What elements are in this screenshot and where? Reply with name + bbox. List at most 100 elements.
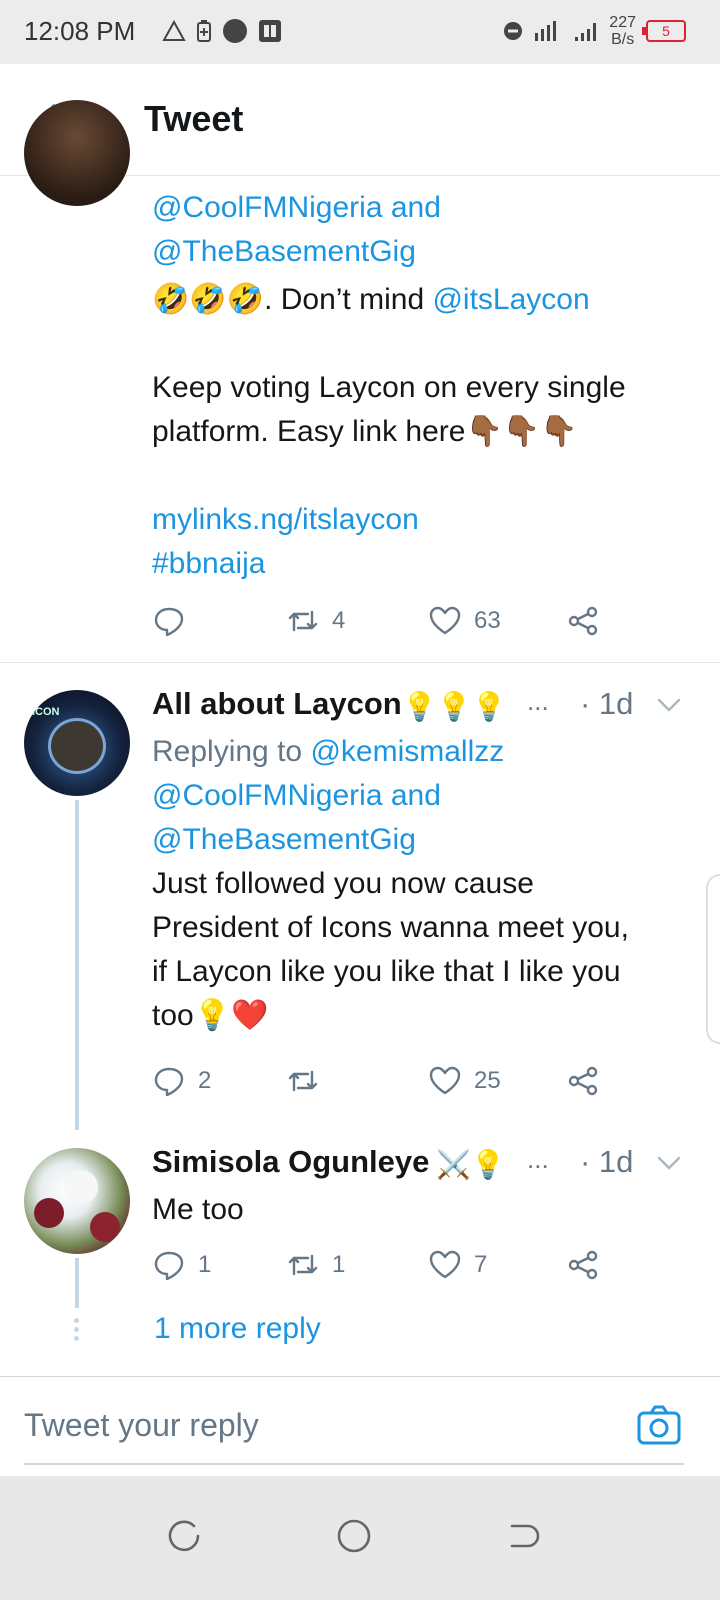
- retweet-count: 1: [332, 1251, 346, 1278]
- retweet-button[interactable]: [286, 1064, 332, 1098]
- edge-panel-handle[interactable]: [706, 874, 720, 1044]
- network-speed-value: 227: [609, 14, 636, 31]
- network-speed: 227 B/s: [609, 14, 636, 48]
- url-link[interactable]: mylinks.ng/itslaycon: [152, 498, 702, 542]
- retweet-icon: [288, 610, 318, 632]
- share-icon: [568, 606, 598, 636]
- reply-icon: [154, 1251, 184, 1281]
- tweet-text: platform. Easy link here: [152, 415, 466, 448]
- page-title: Tweet: [144, 98, 244, 139]
- thread-line: [75, 1258, 79, 1308]
- tweet-text-line: platform. Easy link here👇🏾👇🏾👇🏾: [152, 410, 702, 454]
- tweet-body: @CoolFMNigeria and @TheBasementGig 🤣🤣🤣. …: [152, 186, 702, 586]
- tweet-text: if Laycon like you like that I like you: [152, 955, 621, 988]
- thread-dots: [73, 1318, 81, 1344]
- share-button[interactable]: [566, 1248, 600, 1282]
- status-time: 12:08 PM: [24, 16, 136, 46]
- retweet-icon: [288, 1254, 318, 1276]
- name-truncation: ...: [527, 686, 549, 716]
- retweet-button[interactable]: 4: [286, 604, 345, 638]
- tweet-text: President of Icons wanna meet you,: [152, 911, 629, 944]
- like-button[interactable]: 25: [428, 1064, 501, 1098]
- warning-icon: [162, 20, 186, 41]
- tweet-body: Me too: [152, 1188, 702, 1232]
- reply-button[interactable]: [152, 604, 198, 638]
- retweet-button[interactable]: 1: [286, 1248, 345, 1282]
- like-count: 63: [474, 607, 501, 634]
- reply-to-mention[interactable]: @TheBasementGig: [152, 230, 702, 274]
- reply-icon: [154, 607, 184, 637]
- like-count: 25: [474, 1067, 501, 1094]
- share-icon: [568, 1250, 598, 1280]
- tweet-text-line: 🤣🤣🤣. Don’t mind @itsLaycon: [152, 278, 702, 322]
- system-nav-bar: [0, 1476, 720, 1600]
- dnd-icon: [504, 22, 523, 40]
- recent-apps-icon[interactable]: [162, 1514, 206, 1558]
- more-replies-link[interactable]: 1 more reply: [154, 1312, 321, 1346]
- reply-icon: [154, 1067, 184, 1097]
- like-button[interactable]: 63: [428, 604, 501, 638]
- reply-input[interactable]: Tweet your reply: [24, 1407, 259, 1444]
- avatar-flower: [64, 1170, 98, 1204]
- reply-to-mention[interactable]: @TheBasementGig: [152, 818, 702, 862]
- name-truncation: ...: [527, 1144, 549, 1174]
- tweet-text: too: [152, 999, 194, 1032]
- retweet-count: 4: [332, 607, 346, 634]
- like-icon: [429, 1250, 461, 1279]
- like-button[interactable]: 7: [428, 1248, 487, 1282]
- avatar[interactable]: ICON: [24, 690, 130, 796]
- tweet-actions: 4 63: [152, 604, 622, 644]
- battery-saver-icon: [197, 20, 211, 42]
- signal-icon: [535, 21, 557, 41]
- mention-link[interactable]: @itsLaycon: [432, 283, 589, 316]
- avatar-photo: [48, 718, 106, 774]
- pointing-down-emoji: 👇🏾👇🏾👇🏾: [465, 415, 578, 448]
- reply-to-mention[interactable]: @CoolFMNigeria and: [152, 774, 702, 818]
- chevron-down-icon[interactable]: [654, 1148, 684, 1178]
- reply-button[interactable]: 1: [152, 1248, 211, 1282]
- battery-icon: 5: [642, 20, 686, 42]
- camera-icon[interactable]: [636, 1403, 682, 1449]
- tweet-header: All about Laycon 💡💡💡 ... · 1d: [152, 686, 702, 730]
- hashtag-link[interactable]: #bbnaija: [152, 542, 702, 586]
- tweet-timestamp: · 1d: [580, 1144, 634, 1179]
- chevron-down-icon[interactable]: [654, 690, 684, 720]
- tweet-text-line: too💡❤️: [152, 994, 702, 1038]
- status-bar: 12:08 PM 227 B/s 5: [0, 0, 720, 64]
- avatar[interactable]: [24, 100, 130, 206]
- tweet-actions: 2 25: [152, 1064, 622, 1104]
- back-nav-icon[interactable]: [502, 1514, 546, 1558]
- signal-icon-2: [575, 23, 597, 41]
- display-name[interactable]: All about Laycon: [152, 686, 402, 722]
- display-name[interactable]: Simisola Ogunleye: [152, 1144, 429, 1180]
- retweet-icon: [288, 1070, 318, 1092]
- reply-to-mention[interactable]: @CoolFMNigeria and: [152, 186, 702, 230]
- share-icon: [568, 1066, 598, 1096]
- share-button[interactable]: [566, 604, 600, 638]
- like-icon: [429, 606, 461, 635]
- like-icon: [429, 1066, 461, 1095]
- status-notification-icons: [162, 18, 282, 44]
- tweet-body: Replying to @kemismallzz @CoolFMNigeria …: [152, 730, 702, 1038]
- reply-button[interactable]: 2: [152, 1064, 211, 1098]
- tweet-actions: 1 1 7: [152, 1248, 622, 1288]
- like-count: 7: [474, 1251, 488, 1278]
- reply-to-mention[interactable]: @kemismallzz: [310, 735, 504, 768]
- record-icon: [223, 19, 247, 43]
- tweet-text: Me too: [152, 1193, 244, 1226]
- tweet-text: Just followed you now cause: [152, 867, 534, 900]
- network-speed-unit: B/s: [611, 31, 635, 48]
- replying-label: Replying to: [152, 735, 311, 768]
- status-system-icons: 227 B/s 5: [503, 14, 686, 48]
- name-emoji: ⚔️💡: [436, 1149, 506, 1180]
- app-notification-icon: [259, 20, 281, 42]
- avatar[interactable]: [24, 1148, 130, 1254]
- home-icon[interactable]: [332, 1514, 376, 1558]
- laughing-emoji: 🤣🤣🤣: [152, 283, 265, 316]
- replying-to: Replying to @kemismallzz: [152, 730, 702, 774]
- divider: [0, 662, 720, 663]
- tweet-text: . Don’t mind: [264, 283, 433, 316]
- tweet-header: Simisola Ogunleye ⚔️💡 ... · 1d: [152, 1144, 702, 1188]
- share-button[interactable]: [566, 1064, 600, 1098]
- reply-bar: Tweet your reply: [0, 1376, 720, 1476]
